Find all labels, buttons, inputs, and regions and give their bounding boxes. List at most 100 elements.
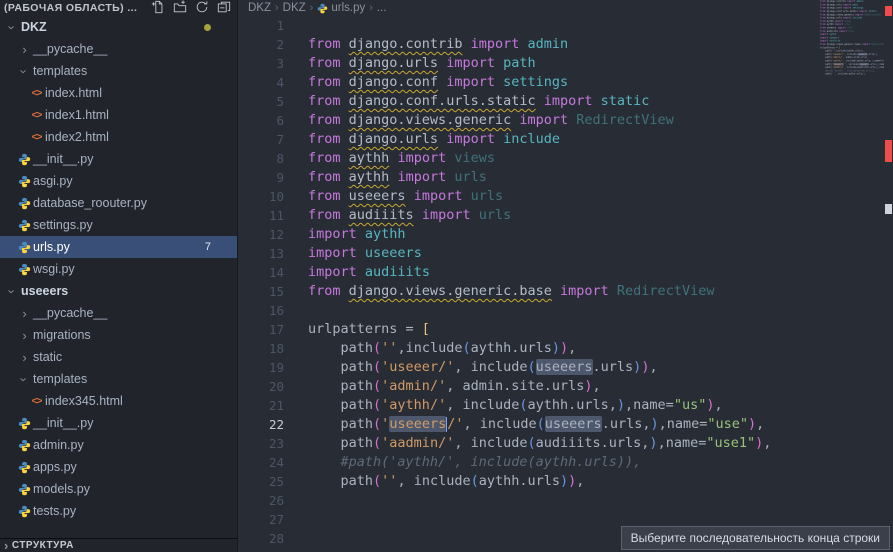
refresh-explorer-button[interactable] <box>194 1 209 16</box>
code-line[interactable]: 19 path('useeer/', include(useeers.urls)… <box>238 358 893 377</box>
code-line[interactable]: 22 path('useeers/', include(useeers.urls… <box>238 415 893 434</box>
line-number: 4 <box>238 73 284 92</box>
code-area[interactable]: 12from django.contrib import admin3from … <box>238 16 893 552</box>
tree-item-templates[interactable]: ›templates <box>0 368 237 390</box>
line-content: from useeers import urls <box>308 187 503 206</box>
ruler-mark <box>885 6 892 16</box>
code-line[interactable]: 4 from django.conf import settings <box>238 73 893 92</box>
explorer-section-header[interactable]: (РАБОЧАЯ ОБЛАСТЬ) ... <box>0 0 237 16</box>
tree-item-settings.py[interactable]: settings.py <box>0 214 237 236</box>
code-line[interactable]: 18 path('',include(aythh.urls)), <box>238 339 893 358</box>
line-content: import aythh <box>308 225 406 244</box>
python-icon <box>16 197 33 210</box>
line-number: 21 <box>238 396 284 415</box>
line-number: 7 <box>238 130 284 149</box>
eol-sequence-tooltip: Выберите последовательность конца строки <box>621 526 890 550</box>
breadcrumb-label: ... <box>377 2 387 14</box>
line-content: from django.conf import settings <box>308 73 568 92</box>
tree-item-__pycache__[interactable]: ›__pycache__ <box>0 302 237 324</box>
tree-item-migrations[interactable]: ›migrations <box>0 324 237 346</box>
code-line[interactable]: 15from django.views.generic.base import … <box>238 282 893 301</box>
code-line[interactable]: 1 <box>238 16 893 35</box>
breadcrumb-item-DKZ[interactable]: DKZ <box>283 2 306 14</box>
tree-item-wsgi.py[interactable]: wsgi.py <box>0 258 237 280</box>
code-line[interactable]: 10 from useeers import urls <box>238 187 893 206</box>
code-line[interactable]: 25 path('', include(aythh.urls)), <box>238 472 893 491</box>
tree-item-apps.py[interactable]: apps.py <box>0 456 237 478</box>
line-number: 10 <box>238 187 284 206</box>
collapse-all-icon <box>217 0 231 17</box>
file-label: __pycache__ <box>33 42 107 56</box>
file-label: __pycache__ <box>33 306 107 320</box>
code-line[interactable]: 13import useeers <box>238 244 893 263</box>
code-line[interactable]: 6from django.views.generic import Redire… <box>238 111 893 130</box>
overview-ruler[interactable] <box>884 0 893 552</box>
line-content: from aythh import urls <box>308 168 487 187</box>
chevron-right-icon: › <box>16 43 33 56</box>
line-number: 12 <box>238 225 284 244</box>
tree-item-__init__.py[interactable]: __init__.py <box>0 148 237 170</box>
tree-item-admin.py[interactable]: admin.py <box>0 434 237 456</box>
file-label: templates <box>33 64 87 78</box>
collapse-folders-button[interactable] <box>216 1 231 16</box>
tree-item-models.py[interactable]: models.py <box>0 478 237 500</box>
minimap-content: from django.contrib import adminfrom dja… <box>820 0 884 76</box>
tree-item-tests.py[interactable]: tests.py <box>0 500 237 522</box>
code-line[interactable]: 8from aythh import views <box>238 149 893 168</box>
tree-item-index.html[interactable]: <>index.html <box>0 82 237 104</box>
code-line[interactable]: 17urlpatterns = [ <box>238 320 893 339</box>
new-folder-button[interactable] <box>172 1 187 16</box>
code-line[interactable]: 11from audiiits import urls <box>238 206 893 225</box>
file-label: index.html <box>45 86 102 100</box>
file-label: database_roouter.py <box>33 196 147 210</box>
code-line[interactable]: 26 <box>238 491 893 510</box>
tree-item-urls.py[interactable]: urls.py7 <box>0 236 237 258</box>
chevron-right-icon: › <box>16 307 33 320</box>
explorer-actions <box>150 1 231 16</box>
tree-item-templates[interactable]: ›templates <box>0 60 237 82</box>
outline-section-header[interactable]: › СТРУКТУРА <box>0 538 238 552</box>
code-line[interactable]: 3from django.urls import path <box>238 54 893 73</box>
code-line[interactable]: 14import audiiits <box>238 263 893 282</box>
tree-item-index1.html[interactable]: <>index1.html <box>0 104 237 126</box>
line-content: path('aythh/', include(aythh.urls,),name… <box>308 396 723 415</box>
line-content: from django.views.generic import Redirec… <box>308 111 674 130</box>
code-line[interactable]: 24 #path('aythh/', include(aythh.urls)), <box>238 453 893 472</box>
line-content: from aythh import views <box>308 149 495 168</box>
tree-item-DKZ[interactable]: ›DKZ <box>0 16 237 38</box>
file-tree: views.py›DKZ›__pycache__›templates<>inde… <box>0 0 237 522</box>
breadcrumb-separator-icon: › <box>369 2 373 14</box>
code-line[interactable]: 16 <box>238 301 893 320</box>
line-number: 5 <box>238 92 284 111</box>
minimap[interactable]: from django.contrib import adminfrom dja… <box>820 0 884 552</box>
tree-item-__init__.py[interactable]: __init__.py <box>0 412 237 434</box>
chevron-down-icon: › <box>16 373 33 386</box>
tooltip-text: Выберите последовательность конца строки <box>631 531 880 545</box>
tree-item-database_roouter.py[interactable]: database_roouter.py <box>0 192 237 214</box>
breadcrumb-item-...[interactable]: ... <box>377 2 387 14</box>
tree-item-index345.html[interactable]: <>index345.html <box>0 390 237 412</box>
tree-item-useeers[interactable]: ›useeers <box>0 280 237 302</box>
python-icon <box>16 153 33 166</box>
tree-item-__pycache__[interactable]: ›__pycache__ <box>0 38 237 60</box>
line-number: 9 <box>238 168 284 187</box>
code-line[interactable]: 2from django.contrib import admin <box>238 35 893 54</box>
code-line[interactable]: 7from django.urls import include <box>238 130 893 149</box>
breadcrumb-item-DKZ[interactable]: DKZ <box>248 2 271 14</box>
line-number: 16 <box>238 301 284 320</box>
explorer-sidebar: (РАБОЧАЯ ОБЛАСТЬ) ... views.py›DKZ›__pyc… <box>0 0 238 552</box>
code-line[interactable]: 23 path('aadmin/', include(audiiits.urls… <box>238 434 893 453</box>
breadcrumb-item-urls.py[interactable]: urls.py <box>317 2 365 14</box>
tree-item-static[interactable]: ›static <box>0 346 237 368</box>
line-number: 26 <box>238 491 284 510</box>
code-line[interactable]: 9 from aythh import urls <box>238 168 893 187</box>
code-line[interactable]: 12 import aythh <box>238 225 893 244</box>
new-file-button[interactable] <box>150 1 165 16</box>
code-line[interactable]: 20 path('admin/', admin.site.urls), <box>238 377 893 396</box>
tree-item-index2.html[interactable]: <>index2.html <box>0 126 237 148</box>
code-line[interactable]: 5from django.conf.urls.static import sta… <box>238 92 893 111</box>
line-number: 2 <box>238 35 284 54</box>
tree-item-asgi.py[interactable]: asgi.py <box>0 170 237 192</box>
line-content: from audiiits import urls <box>308 206 511 225</box>
code-line[interactable]: 21 path('aythh/', include(aythh.urls,),n… <box>238 396 893 415</box>
